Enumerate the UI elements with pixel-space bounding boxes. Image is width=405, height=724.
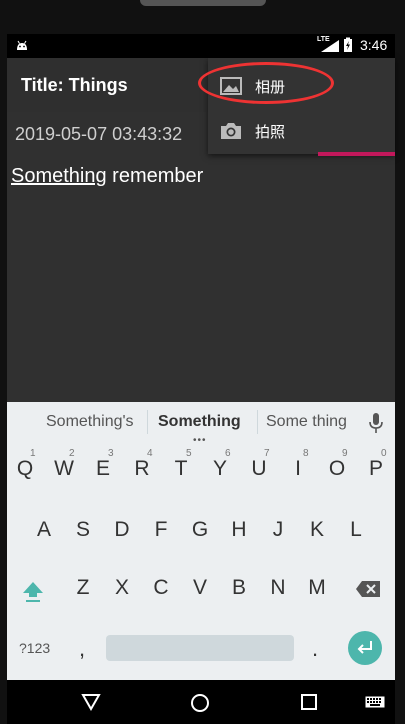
- key[interactable]: E: [86, 457, 120, 481]
- recents-icon[interactable]: [301, 694, 317, 710]
- key[interactable]: J: [261, 518, 295, 542]
- suggestion-strip: Something's Something Some thing •••: [7, 402, 395, 446]
- key-number-hint: 9: [342, 448, 348, 459]
- menu-item-label: 相册: [255, 79, 286, 96]
- key-number-hint: 4: [147, 448, 153, 459]
- key[interactable]: X: [105, 576, 139, 600]
- key[interactable]: A: [27, 518, 61, 542]
- key[interactable]: F: [144, 518, 178, 542]
- key[interactable]: R: [125, 457, 159, 481]
- camera-icon: [221, 123, 241, 139]
- note-text-input[interactable]: Something remember: [11, 165, 203, 188]
- keyboard-switch-icon[interactable]: [365, 696, 385, 708]
- key-number-hint: 5: [186, 448, 192, 459]
- suggestion-3[interactable]: Some thing: [266, 413, 347, 431]
- status-time: 3:46: [360, 37, 388, 53]
- key-number-hint: 6: [225, 448, 231, 459]
- note-underlined-word: Something: [11, 165, 107, 187]
- key[interactable]: C: [144, 576, 178, 600]
- menu-item-album[interactable]: 相册: [208, 63, 395, 109]
- key[interactable]: S: [66, 518, 100, 542]
- key-number-hint: 7: [264, 448, 270, 459]
- enter-arrow-icon: [357, 641, 372, 654]
- key[interactable]: I: [281, 457, 315, 481]
- menu-item-label: 拍照: [255, 124, 286, 141]
- key[interactable]: K: [300, 518, 334, 542]
- key[interactable]: Y: [203, 457, 237, 481]
- soft-keyboard: Something's Something Some thing ••• ?12…: [7, 402, 395, 680]
- home-icon[interactable]: [190, 693, 210, 713]
- key[interactable]: D: [105, 518, 139, 542]
- battery-charging-icon: [344, 37, 352, 52]
- lte-signal-icon: LTE: [317, 36, 339, 52]
- suggestion-1[interactable]: Something's: [46, 413, 134, 431]
- backspace-icon[interactable]: [355, 580, 381, 598]
- key[interactable]: M: [300, 576, 334, 600]
- note-rest-text: remember: [106, 165, 204, 187]
- key[interactable]: V: [183, 576, 217, 600]
- key[interactable]: O: [320, 457, 354, 481]
- device-speaker: [140, 0, 266, 6]
- suggestion-divider: [147, 410, 148, 434]
- key-number-hint: 3: [108, 448, 114, 459]
- key[interactable]: H: [222, 518, 256, 542]
- key-number-hint: 2: [69, 448, 75, 459]
- key[interactable]: T: [164, 457, 198, 481]
- status-bar: LTE 3:46: [7, 34, 395, 58]
- key[interactable]: N: [261, 576, 295, 600]
- key-number-hint: 8: [303, 448, 309, 459]
- menu-item-camera[interactable]: 拍照: [208, 108, 395, 154]
- microphone-icon[interactable]: [368, 412, 384, 434]
- key-number-hint: 1: [30, 448, 36, 459]
- navigation-bar: [7, 680, 395, 724]
- more-suggestions-icon[interactable]: •••: [193, 435, 207, 446]
- key[interactable]: G: [183, 518, 217, 542]
- comma-key[interactable]: ,: [79, 636, 85, 662]
- date-field[interactable]: 2019-05-07 03:43:32: [15, 124, 215, 145]
- popup-menu: 相册 拍照: [208, 58, 395, 154]
- key[interactable]: P: [359, 457, 393, 481]
- key[interactable]: W: [47, 457, 81, 481]
- suggestion-divider: [257, 410, 258, 434]
- suggestion-2[interactable]: Something: [158, 413, 241, 431]
- page-title: Title: Things: [21, 75, 128, 95]
- image-icon: [220, 77, 242, 95]
- accent-underline: [318, 152, 395, 156]
- key[interactable]: U: [242, 457, 276, 481]
- symbols-key[interactable]: ?123: [19, 640, 50, 656]
- key[interactable]: L: [339, 518, 373, 542]
- back-icon[interactable]: [81, 693, 101, 711]
- enter-key[interactable]: [348, 631, 382, 665]
- shift-icon[interactable]: [21, 579, 45, 603]
- period-key[interactable]: .: [312, 636, 318, 662]
- android-notification-icon: [17, 40, 27, 50]
- space-bar[interactable]: [106, 635, 294, 661]
- key-number-hint: 0: [381, 448, 387, 459]
- key[interactable]: Q: [8, 457, 42, 481]
- key[interactable]: B: [222, 576, 256, 600]
- key[interactable]: Z: [66, 576, 100, 600]
